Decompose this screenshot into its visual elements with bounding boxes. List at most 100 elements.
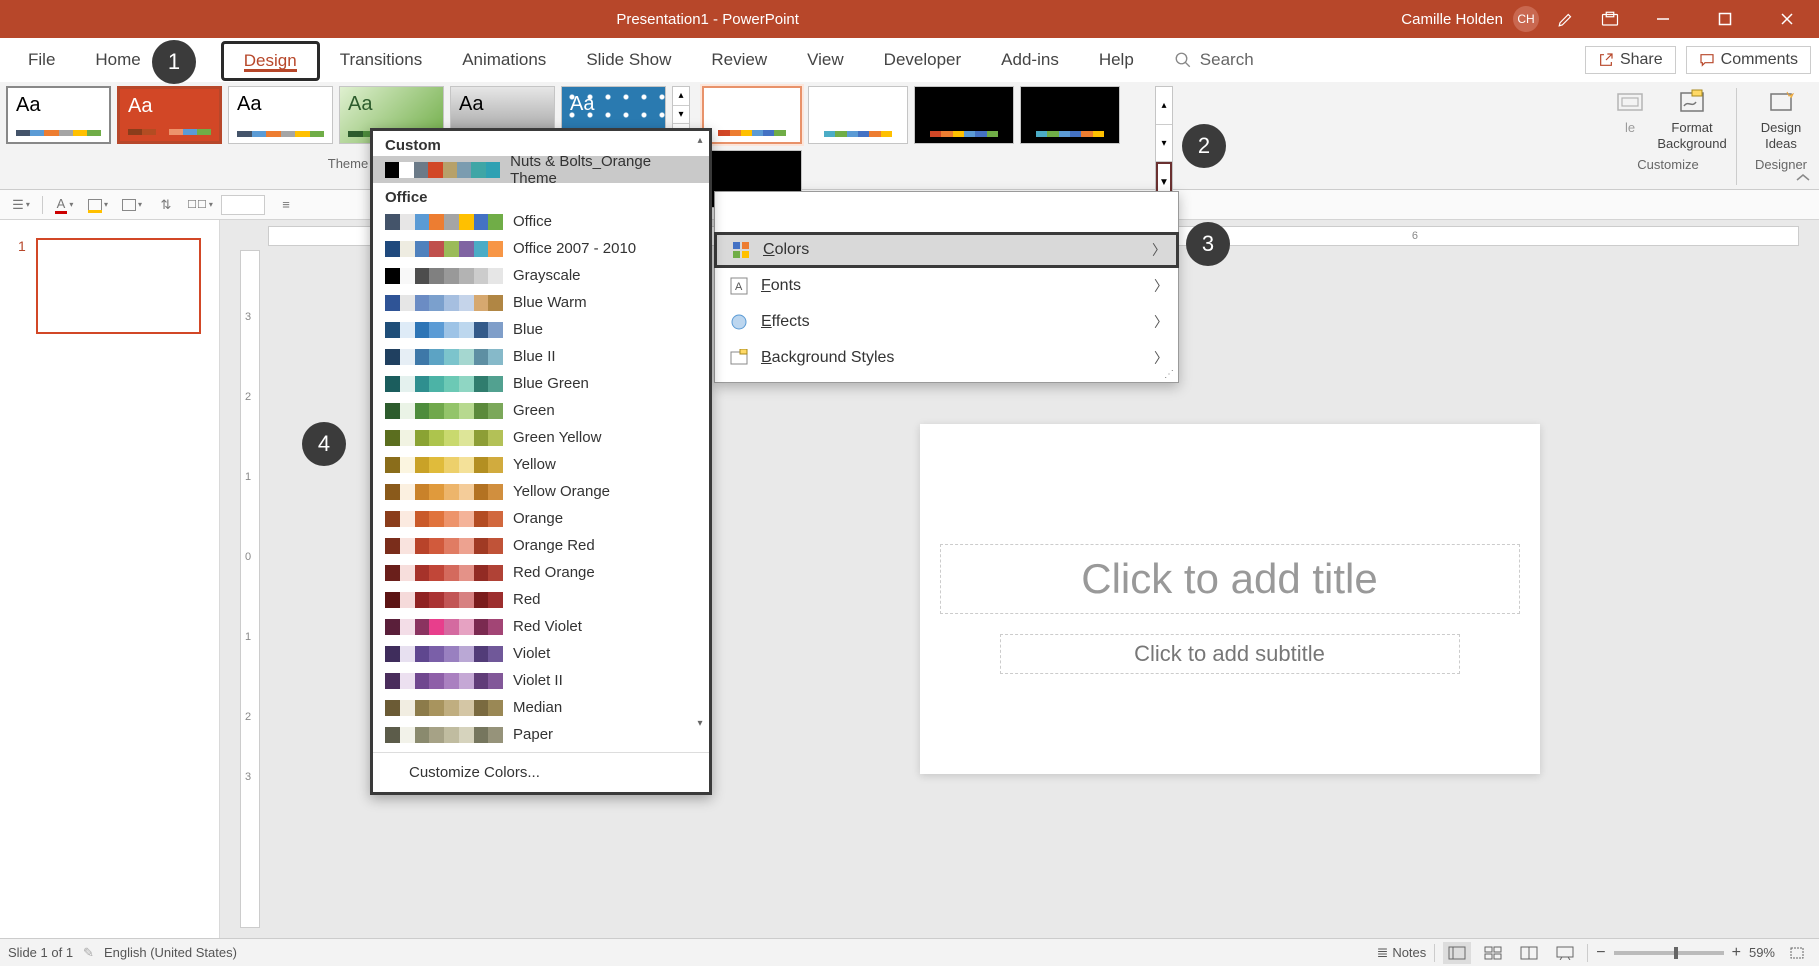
close-button[interactable] bbox=[1761, 0, 1813, 38]
zoom-level[interactable]: 59% bbox=[1749, 945, 1775, 960]
ruler-tick: 6 bbox=[1412, 230, 1418, 242]
theme-orange[interactable]: Aa bbox=[117, 86, 222, 144]
variant-3[interactable] bbox=[914, 86, 1014, 144]
tab-animations[interactable]: Animations bbox=[442, 38, 566, 82]
align-tool[interactable]: ☰▾ bbox=[8, 194, 34, 216]
outline-color-tool[interactable]: ▾ bbox=[119, 194, 145, 216]
comments-button[interactable]: Comments bbox=[1686, 46, 1811, 74]
variants-more-button[interactable]: ▴▾▼ bbox=[1155, 86, 1173, 204]
color-scheme-median[interactable]: Median bbox=[373, 694, 709, 721]
color-scheme-orange[interactable]: Orange bbox=[373, 505, 709, 532]
color-scheme-blue-green[interactable]: Blue Green bbox=[373, 370, 709, 397]
design-ideas-button[interactable]: Design Ideas bbox=[1743, 84, 1819, 155]
slide-canvas[interactable]: Click to add title Click to add subtitle bbox=[920, 424, 1540, 774]
scroll-up-button[interactable]: ▴ bbox=[693, 133, 707, 147]
notes-button[interactable]: ≣Notes bbox=[1377, 944, 1427, 961]
format-background-button[interactable]: Format Background bbox=[1654, 84, 1730, 155]
color-scheme-violet[interactable]: Violet bbox=[373, 640, 709, 667]
color-scheme-red-violet[interactable]: Red Violet bbox=[373, 613, 709, 640]
tab-home[interactable]: Home bbox=[75, 38, 160, 82]
title-bar: Presentation1 - PowerPoint Camille Holde… bbox=[0, 0, 1819, 38]
tab-view[interactable]: View bbox=[787, 38, 864, 82]
tab-transitions[interactable]: Transitions bbox=[320, 38, 443, 82]
user-avatar[interactable]: CH bbox=[1513, 6, 1539, 32]
scroll-down-button[interactable]: ▾ bbox=[693, 716, 707, 730]
colors-dropdown: ▴ Custom Nuts & Bolts_Orange Theme Offic… bbox=[370, 128, 712, 795]
fill-color-tool[interactable]: ▾ bbox=[85, 194, 111, 216]
spellcheck-icon[interactable]: ✎ bbox=[83, 945, 94, 961]
subtitle-placeholder[interactable]: Click to add subtitle bbox=[1000, 634, 1460, 674]
color-scheme-blue-warm[interactable]: Blue Warm bbox=[373, 289, 709, 316]
zoom-out-button[interactable]: − bbox=[1596, 944, 1605, 962]
color-scheme-red[interactable]: Red bbox=[373, 586, 709, 613]
color-scheme-yellow-orange[interactable]: Yellow Orange bbox=[373, 478, 709, 505]
colors-office-header: Office bbox=[373, 183, 709, 208]
minimize-button[interactable] bbox=[1637, 0, 1689, 38]
variants-colors-item[interactable]: Colors〉 bbox=[714, 232, 1179, 268]
normal-view-button[interactable] bbox=[1443, 942, 1471, 964]
ribbon-design: Aa Aa Aa Aa Aa Aa ▴▾⋯ Theme ▴▾▼ le bbox=[0, 82, 1819, 190]
slides-panel: 1 bbox=[0, 220, 220, 938]
color-scheme-grayscale[interactable]: Grayscale bbox=[373, 262, 709, 289]
maximize-button[interactable] bbox=[1699, 0, 1751, 38]
ribbon-tabs: File Home Design Transitions Animations … bbox=[0, 38, 1819, 82]
more-tool[interactable]: ≡ bbox=[273, 194, 299, 216]
display-mode-icon[interactable] bbox=[1593, 0, 1627, 38]
variant-4[interactable] bbox=[1020, 86, 1120, 144]
color-scheme-blue-ii[interactable]: Blue II bbox=[373, 343, 709, 370]
callout-4: 4 bbox=[302, 422, 346, 466]
tab-design[interactable]: Design bbox=[221, 41, 320, 81]
tab-developer[interactable]: Developer bbox=[864, 38, 982, 82]
tab-help[interactable]: Help bbox=[1079, 38, 1154, 82]
tab-addins[interactable]: Add-ins bbox=[981, 38, 1079, 82]
color-preview[interactable] bbox=[221, 195, 265, 215]
sorter-view-button[interactable] bbox=[1479, 942, 1507, 964]
reset-theme-colors-item: Reset Slide Theme Colors bbox=[373, 787, 709, 795]
color-scheme-nuts-bolts-orange-theme[interactable]: Nuts & Bolts_Orange Theme bbox=[373, 156, 709, 183]
language-status[interactable]: English (United States) bbox=[104, 945, 237, 960]
slide-number: 1 bbox=[18, 238, 26, 334]
tab-review[interactable]: Review bbox=[691, 38, 787, 82]
color-scheme-green-yellow[interactable]: Green Yellow bbox=[373, 424, 709, 451]
collapse-ribbon-button[interactable] bbox=[1793, 171, 1813, 185]
customize-colors-item[interactable]: Customize Colors... bbox=[373, 757, 709, 787]
vertical-ruler: 3 2 1 0 1 2 3 bbox=[240, 250, 260, 928]
zoom-in-button[interactable]: + bbox=[1732, 944, 1741, 962]
color-scheme-office-2007-2010[interactable]: Office 2007 - 2010 bbox=[373, 235, 709, 262]
fit-window-button[interactable] bbox=[1783, 942, 1811, 964]
color-scheme-blue[interactable]: Blue bbox=[373, 316, 709, 343]
color-scheme-orange-red[interactable]: Orange Red bbox=[373, 532, 709, 559]
color-scheme-violet-ii[interactable]: Violet II bbox=[373, 667, 709, 694]
color-scheme-red-orange[interactable]: Red Orange bbox=[373, 559, 709, 586]
arrange-tool[interactable]: ☐☐▾ bbox=[187, 194, 213, 216]
theme-white[interactable]: Aa bbox=[228, 86, 333, 144]
reading-view-button[interactable] bbox=[1515, 942, 1543, 964]
designer-group-label: Designer bbox=[1755, 157, 1807, 172]
title-placeholder[interactable]: Click to add title bbox=[940, 544, 1520, 614]
tab-slideshow[interactable]: Slide Show bbox=[566, 38, 691, 82]
color-scheme-green[interactable]: Green bbox=[373, 397, 709, 424]
slide-thumbnail-1[interactable] bbox=[36, 238, 201, 334]
pen-icon[interactable] bbox=[1549, 0, 1583, 38]
callout-3: 3 bbox=[1186, 222, 1230, 266]
variant-1[interactable] bbox=[702, 86, 802, 144]
variant-2[interactable] bbox=[808, 86, 908, 144]
zoom-slider[interactable] bbox=[1614, 951, 1724, 955]
variants-fonts-item[interactable]: A Fonts〉 bbox=[715, 268, 1178, 304]
design-ideas-icon bbox=[1767, 88, 1795, 116]
color-scheme-paper[interactable]: Paper bbox=[373, 721, 709, 748]
variants-effects-item[interactable]: Effects〉 bbox=[715, 304, 1178, 340]
theme-office[interactable]: Aa bbox=[6, 86, 111, 144]
sort-tool[interactable]: ⇅ bbox=[153, 194, 179, 216]
callout-1: 1 bbox=[152, 40, 196, 84]
slideshow-view-button[interactable] bbox=[1551, 942, 1579, 964]
search-icon bbox=[1174, 51, 1192, 69]
font-color-tool[interactable]: A▾ bbox=[51, 194, 77, 216]
share-button[interactable]: Share bbox=[1585, 46, 1676, 74]
slide-size-button[interactable]: le bbox=[1606, 84, 1654, 155]
search-box[interactable]: Search bbox=[1174, 50, 1254, 70]
tab-file[interactable]: File bbox=[8, 38, 75, 82]
color-scheme-office[interactable]: Office bbox=[373, 208, 709, 235]
variants-background-item[interactable]: Background Styles〉 bbox=[715, 340, 1178, 376]
color-scheme-yellow[interactable]: Yellow bbox=[373, 451, 709, 478]
